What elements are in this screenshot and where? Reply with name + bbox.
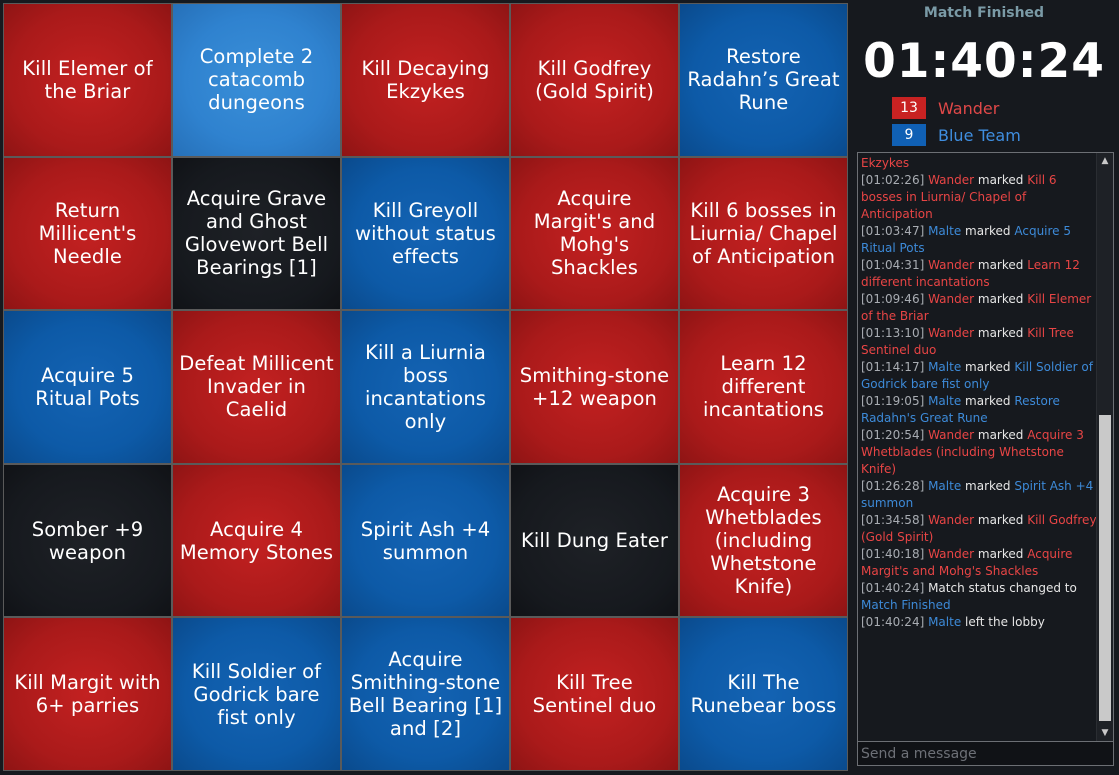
chat-text: Wander — [928, 326, 975, 340]
chat-text: marked — [974, 258, 1028, 272]
chat-text: Malte — [928, 394, 962, 408]
board-cell[interactable]: Acquire Smithing-stone Bell Bearing [1] … — [342, 618, 509, 770]
chat-entry: [01:40:24] Match status changed to Match… — [859, 580, 1097, 614]
board-cell[interactable]: Acquire 3 Whetblades (including Whetston… — [680, 464, 847, 617]
chat-timestamp: [01:20:54] — [861, 428, 929, 442]
chat-entry: [01:34:58] Wander marked Kill Godfrey (G… — [859, 512, 1097, 546]
side-panel: Match Finished 01:40:24 13 Wander 9 Blue… — [855, 0, 1119, 775]
chat-entry: [01:20:54] Wander marked Acquire 3 Whetb… — [859, 427, 1097, 478]
chat-entry: [01:09:46] Wander marked Kill Elemer of … — [859, 291, 1097, 325]
chat-entry: [01:14:17] Malte marked Kill Soldier of … — [859, 359, 1097, 393]
chat-text: marked — [974, 513, 1028, 527]
chat-timestamp: [01:40:18] — [861, 547, 929, 561]
bingo-board: Kill Elemer of the Briar Complete 2 catac… — [3, 3, 848, 771]
chat-log[interactable]: Ekzykes [01:02:26] Wander marked Kill 6 b… — [857, 152, 1114, 742]
team-blue-name: Blue Team — [938, 125, 1021, 145]
chat-text: marked — [961, 394, 1015, 408]
triangle-down-icon[interactable]: ▼ — [1097, 725, 1113, 741]
board-cell[interactable]: Complete 2 catacomb dungeons — [173, 4, 340, 156]
team-red-score: 13 — [892, 97, 926, 119]
chat-timestamp: [01:04:31] — [861, 258, 929, 272]
board-cell[interactable]: Acquire Margit's and Mohg's Shackles — [511, 157, 678, 310]
board-cell[interactable]: Kill The Runebear boss — [680, 618, 847, 770]
board-cell[interactable]: Kill Tree Sentinel duo — [511, 618, 678, 770]
board-cell[interactable]: Smithing-stone +12 weapon — [511, 311, 678, 463]
board-cell[interactable]: Kill Dung Eater — [511, 464, 678, 617]
board-cell[interactable]: Learn 12 different incantations — [680, 311, 847, 463]
chat-log-content: Ekzykes [01:02:26] Wander marked Kill 6 b… — [859, 155, 1097, 631]
chat-timestamp: [01:34:58] — [861, 513, 929, 527]
board-cell[interactable]: Kill Margit with 6+ parries — [4, 618, 171, 770]
board-cell[interactable]: Kill 6 bosses in Liurnia/ Chapel of Anti… — [680, 157, 847, 310]
chat-text: Wander — [928, 258, 975, 272]
chat-text: Wander — [928, 173, 975, 187]
chat-text: marked — [974, 292, 1028, 306]
chat-text: Wander — [928, 513, 975, 527]
chat-text: Malte — [928, 224, 962, 238]
chat-timestamp: [01:19:05] — [861, 394, 929, 408]
chat-entry: [01:19:05] Malte marked Restore Radahn's… — [859, 393, 1097, 427]
chat-text: Malte — [928, 615, 962, 629]
chat-text: Ekzykes — [861, 156, 910, 170]
chat-timestamp: [01:40:24] — [861, 581, 929, 595]
board-cell[interactable]: Acquire 4 Memory Stones — [173, 464, 340, 617]
chat-text: Wander — [928, 292, 975, 306]
chat-timestamp: [01:40:24] — [861, 615, 929, 629]
chat-text: Match status changed to — [928, 581, 1077, 595]
chat-entry: Ekzykes — [859, 155, 1097, 172]
chat-timestamp: [01:13:10] — [861, 326, 929, 340]
scroll-thumb[interactable] — [1099, 415, 1111, 721]
chat-timestamp: [01:26:28] — [861, 479, 929, 493]
team-red-row: 13 Wander — [892, 97, 999, 119]
chat-timestamp: [01:09:46] — [861, 292, 929, 306]
chat-text: Malte — [928, 360, 962, 374]
chat-text: marked — [974, 326, 1028, 340]
team-blue-row: 9 Blue Team — [892, 124, 1021, 146]
chat-entry: [01:03:47] Malte marked Acquire 5 Ritual… — [859, 223, 1097, 257]
chat-text: Wander — [928, 428, 975, 442]
team-red-name: Wander — [938, 98, 1000, 118]
chat-entry: [01:26:28] Malte marked Spirit Ash +4 su… — [859, 478, 1097, 512]
chat-text: marked — [961, 479, 1015, 493]
chat-entry: [01:02:26] Wander marked Kill 6 bosses i… — [859, 172, 1097, 223]
chat-scrollbar[interactable]: ▲ ▼ — [1096, 153, 1113, 741]
chat-entry: [01:04:31] Wander marked Learn 12 differ… — [859, 257, 1097, 291]
board-cell[interactable]: Spirit Ash +4 summon — [342, 464, 509, 617]
chat-entry: [01:40:18] Wander marked Acquire Margit'… — [859, 546, 1097, 580]
chat-text: Malte — [928, 479, 962, 493]
chat-timestamp: [01:02:26] — [861, 173, 929, 187]
team-blue-score: 9 — [892, 124, 926, 146]
chat-text: marked — [974, 428, 1028, 442]
board-cell[interactable]: Kill Soldier of Godrick bare fist only — [173, 618, 340, 770]
chat-timestamp: [01:03:47] — [861, 224, 929, 238]
board-cell[interactable]: Acquire Grave and Ghost Glovewort Bell B… — [173, 157, 340, 310]
board-cell[interactable]: Acquire 5 Ritual Pots — [4, 311, 171, 463]
board-cell[interactable]: Kill Greyoll without status effects — [342, 157, 509, 310]
chat-entry: [01:13:10] Wander marked Kill Tree Senti… — [859, 325, 1097, 359]
match-timer: 01:40:24 — [863, 34, 1105, 89]
chat-timestamp: [01:14:17] — [861, 360, 929, 374]
chat-text: Wander — [928, 547, 975, 561]
chat-entry: [01:40:24] Malte left the lobby — [859, 614, 1097, 631]
board-cell[interactable]: Return Millicent's Needle — [4, 157, 171, 310]
board-cell[interactable]: Kill Decaying Ekzykes — [342, 4, 509, 156]
chat-text: marked — [961, 224, 1015, 238]
message-input[interactable] — [857, 742, 1114, 766]
board-cell[interactable]: Restore Radahn’s Great Rune — [680, 4, 847, 156]
match-status: Match Finished — [923, 5, 1045, 21]
chat-text: marked — [961, 360, 1015, 374]
board-cell[interactable]: Kill Elemer of the Briar — [4, 4, 171, 156]
chat-text: marked — [974, 547, 1028, 561]
board-cell[interactable]: Kill a Liurnia boss incantations only — [342, 311, 509, 463]
triangle-up-icon[interactable]: ▲ — [1097, 153, 1113, 169]
board-cell[interactable]: Kill Godfrey (Gold Spirit) — [511, 4, 678, 156]
chat-text: marked — [974, 173, 1028, 187]
chat-text: left the lobby — [961, 615, 1045, 629]
chat-text: Match Finished — [861, 598, 951, 612]
board-cell[interactable]: Somber +9 weapon — [4, 464, 171, 617]
board-cell[interactable]: Defeat Millicent Invader in Caelid — [173, 311, 340, 463]
